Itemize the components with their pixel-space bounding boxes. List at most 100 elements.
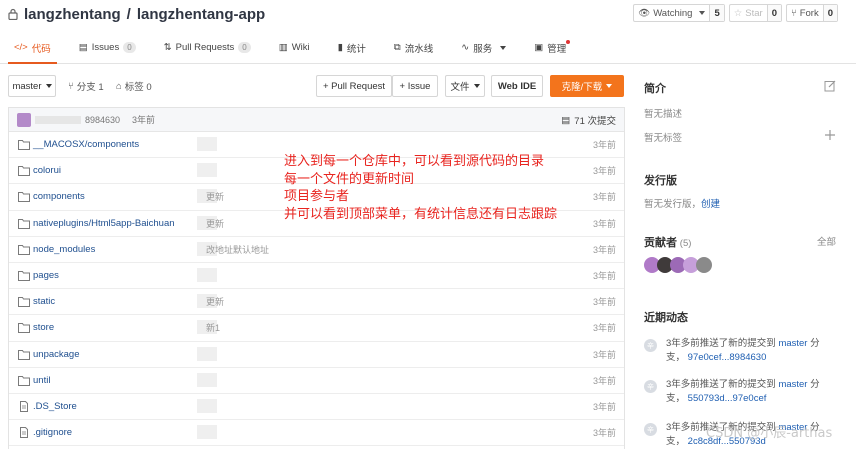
- commit-hash-link[interactable]: 8984630: [85, 115, 120, 125]
- watch-button[interactable]: 👁 Watching 5: [633, 4, 725, 22]
- table-row[interactable]: .DS_Store 3年前: [9, 394, 624, 421]
- table-row[interactable]: until 3年前: [9, 368, 624, 394]
- tab-wiki[interactable]: ▥ Wiki: [265, 32, 324, 63]
- branches-link[interactable]: ⑂ 分支 1: [68, 75, 104, 97]
- file-name-link[interactable]: static: [33, 296, 55, 307]
- table-row[interactable]: store 新1 3年前: [9, 315, 624, 342]
- star-icon: ☆: [733, 7, 743, 19]
- bar-chart-icon: ▮: [337, 42, 343, 53]
- no-tags-text: 暂无标签: [644, 133, 683, 144]
- redacted-commit-message: [197, 137, 217, 151]
- pull-requests-count-badge: 0: [238, 42, 251, 53]
- add-tag-icon[interactable]: [824, 129, 836, 141]
- file-commit-message[interactable]: 更新: [206, 190, 224, 203]
- tab-services[interactable]: ∿ 服务: [447, 32, 520, 63]
- table-row[interactable]: .gitignore 3年前: [9, 420, 624, 447]
- annotation-text: 进入到每一个仓库中，可以看到源代码的目录 每一个文件的更新时间 项目参与者 并可…: [284, 153, 557, 223]
- latest-commit-bar: 8984630 3年前 ▤ 71 次提交: [9, 108, 624, 132]
- file-name-link[interactable]: nativeplugins/Html5app-Baichuan: [33, 218, 175, 229]
- create-release-link[interactable]: 创建: [701, 199, 720, 210]
- tab-issues[interactable]: ▤ Issues 0: [65, 32, 150, 63]
- file-menu-button[interactable]: 文件: [445, 75, 485, 97]
- redacted-commit-message: [197, 346, 217, 361]
- folder-icon: [18, 270, 30, 281]
- tab-pull-requests[interactable]: ⇅ Pull Requests 0: [150, 32, 265, 63]
- star-label: Star: [745, 7, 763, 19]
- pull-request-icon: ⇅: [163, 42, 172, 53]
- fork-count[interactable]: 0: [822, 5, 837, 21]
- file-name-link[interactable]: node_modules: [33, 244, 95, 255]
- fork-button[interactable]: ⑂ Fork 0: [786, 4, 838, 22]
- file-updated-time: 3年前: [592, 140, 616, 151]
- file-name-link[interactable]: store: [33, 322, 54, 333]
- file-name-link[interactable]: components: [33, 191, 85, 202]
- file-commit-message[interactable]: 改地址默认地址: [206, 243, 269, 256]
- repo-name-link[interactable]: langzhentang-app: [137, 6, 265, 23]
- avatar[interactable]: [17, 112, 31, 127]
- watch-count[interactable]: 5: [709, 5, 724, 21]
- new-issue-button[interactable]: + Issue: [392, 75, 438, 97]
- tags-link[interactable]: ⌂ 标签 0: [116, 75, 152, 97]
- activity-branch-link[interactable]: master: [778, 379, 807, 390]
- branch-select[interactable]: master: [8, 75, 56, 97]
- redacted-commit-message: [197, 398, 217, 413]
- no-description-text: 暂无描述: [644, 109, 683, 120]
- branch-select-value: master: [12, 80, 42, 92]
- redacted-commit-message: [197, 372, 217, 387]
- table-row[interactable]: node_modules 改地址默认地址 3年前: [9, 237, 624, 263]
- tab-wiki-label: Wiki: [291, 42, 310, 53]
- folder-icon: [18, 375, 30, 386]
- tab-pipeline[interactable]: ⧉ 流水线: [380, 32, 447, 63]
- all-contributors-link[interactable]: 全部: [817, 234, 836, 248]
- clone-download-button[interactable]: 克隆/下载: [550, 75, 624, 97]
- file-name-link[interactable]: pages: [33, 270, 59, 281]
- edit-icon[interactable]: [824, 80, 836, 92]
- commit-count-link[interactable]: ▤ 71 次提交: [561, 108, 616, 132]
- table-row[interactable]: pages 3年前: [9, 263, 624, 290]
- tab-manage[interactable]: ▣ 管理: [520, 32, 580, 63]
- branches-label: 分支 1: [76, 82, 104, 93]
- tab-stats[interactable]: ▮ 统计: [324, 32, 380, 63]
- tab-pipeline-label: 流水线: [404, 43, 434, 55]
- pipeline-icon: ⧉: [393, 42, 401, 53]
- new-pull-request-button[interactable]: + Pull Request: [316, 75, 392, 97]
- activity-branch-link[interactable]: master: [778, 338, 807, 349]
- file-commit-message[interactable]: 更新: [206, 295, 224, 308]
- table-row[interactable]: static 更新 3年前: [9, 289, 624, 316]
- tab-code-label: 代码: [31, 43, 51, 55]
- file-name-link[interactable]: __MACOSX/components: [33, 139, 139, 150]
- file-name-link[interactable]: .DS_Store: [33, 401, 77, 412]
- repo-owner-link[interactable]: langzhentang: [24, 6, 121, 23]
- file-icon: [18, 427, 30, 439]
- pulse-icon: ∿: [461, 42, 470, 53]
- tab-code[interactable]: </> 代码: [0, 32, 65, 64]
- issues-icon: ▤: [78, 42, 88, 53]
- file-commit-message[interactable]: 新1: [206, 321, 220, 334]
- repo-separator: /: [126, 5, 131, 23]
- repo-title: langzhentang / langzhentang-app: [8, 4, 265, 24]
- file-commit-message[interactable]: 更新: [206, 217, 224, 230]
- settings-icon: ▣: [534, 42, 544, 53]
- star-button[interactable]: ☆ Star 0: [728, 4, 782, 22]
- contributors-title: 贡献者: [644, 237, 677, 249]
- folder-icon: [18, 165, 30, 177]
- eye-icon: 👁: [638, 7, 651, 19]
- file-updated-time: 3年前: [592, 218, 616, 229]
- file-name-link[interactable]: .gitignore: [33, 427, 72, 438]
- file-name-link[interactable]: colorui: [33, 165, 61, 176]
- star-count[interactable]: 0: [766, 5, 781, 21]
- web-ide-button[interactable]: Web IDE: [491, 75, 543, 97]
- table-row[interactable]: unpackage 3年前: [9, 342, 624, 368]
- avatar[interactable]: [696, 257, 712, 273]
- redacted-commit-message: [197, 267, 217, 282]
- activity-compare-link[interactable]: 97e0cef...8984630: [688, 352, 767, 363]
- contributor-avatars: [644, 257, 712, 273]
- file-name-link[interactable]: until: [33, 375, 50, 386]
- book-icon: ▥: [278, 42, 288, 53]
- file-updated-time: 3年前: [592, 375, 616, 386]
- recent-activity-title: 近期动态: [644, 312, 688, 324]
- activity-compare-link[interactable]: 550793d...97e0cef: [688, 393, 767, 404]
- clone-download-label: 克隆/下载: [561, 82, 603, 93]
- file-name-link[interactable]: unpackage: [33, 349, 79, 360]
- file-menu-label: 文件: [450, 82, 470, 93]
